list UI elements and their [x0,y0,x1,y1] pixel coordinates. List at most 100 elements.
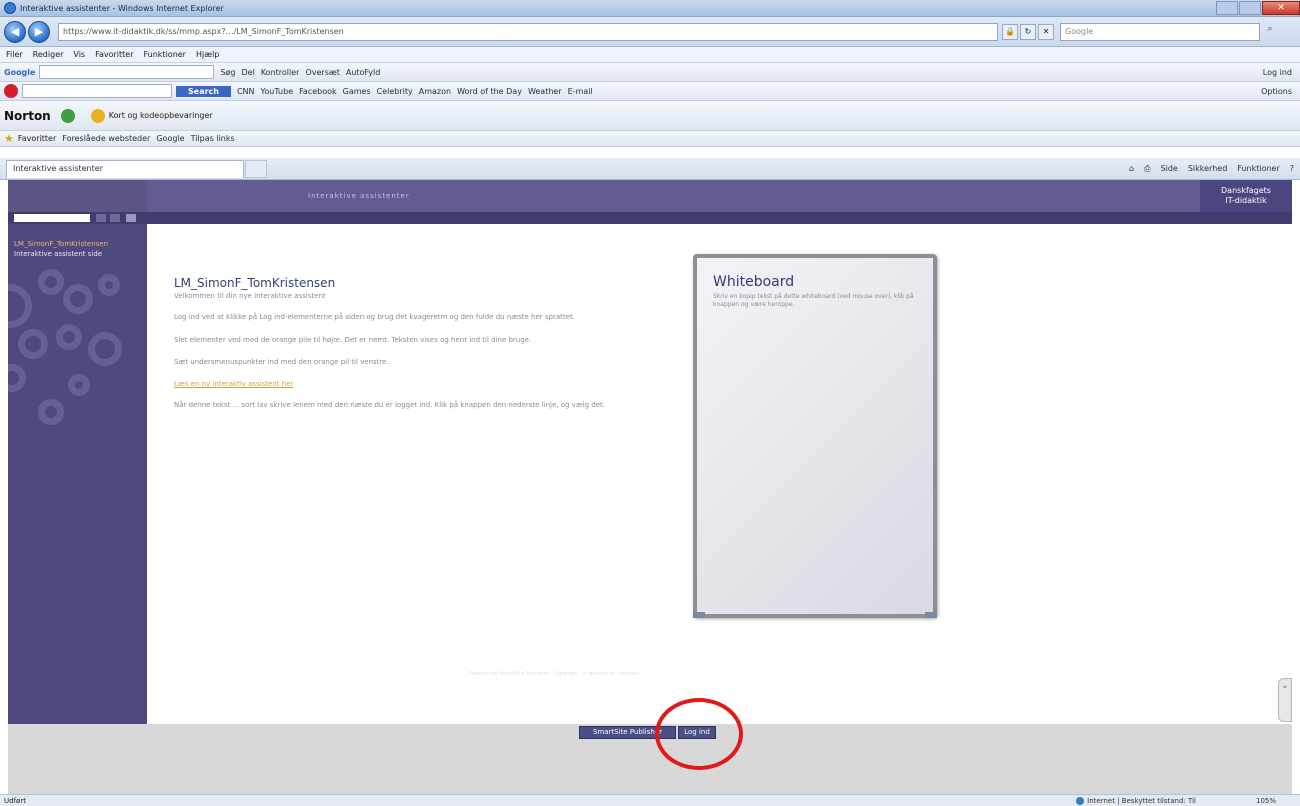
google-autofill-button[interactable]: AutoFyld [346,68,380,77]
close-window-button[interactable]: ✕ [1262,1,1300,15]
fav-suggested-sites[interactable]: Foreslåede websteder [62,134,150,143]
norton-logo[interactable]: Norton [4,109,51,123]
status-bar: Udført Internet | Beskyttet tilstand: Ti… [0,794,1300,806]
banner-logo-area [8,180,147,212]
ask-link-amazon[interactable]: Amazon [419,87,451,96]
favorites-bar: ★ Favoritter Foreslåede websteder Google… [0,131,1300,147]
ask-options-button[interactable]: Options [1261,87,1292,96]
ask-link-cnn[interactable]: CNN [237,87,255,96]
tab-bar: Interaktive assistenter ⌂ ⎙ Side Sikkerh… [0,158,1300,180]
fav-customize-links[interactable]: Tilpas links [191,134,235,143]
home-icon[interactable]: ⌂ [1129,164,1134,174]
site-search-input[interactable] [14,214,90,222]
command-bar: ⌂ ⎙ Side Sikkerhed Funktioner ? [1129,164,1294,174]
url-field[interactable]: https://www.it-didaktik.dk/ss/mmp.aspx?…… [58,22,998,41]
zoom-level[interactable]: 105% [1256,797,1276,805]
brand-box[interactable]: Danskfagets IT-didaktik [1200,180,1292,212]
main-content: LM_SimonF_TomKristensen Velkommen til di… [147,224,1292,724]
nav-item-assistant[interactable]: Interaktive assistent side [14,250,102,258]
whiteboard-corner [925,612,937,618]
google-login-link[interactable]: Log ind [1263,68,1292,77]
whiteboard-text: Skriv en kopip tekst på dette whiteboard… [713,293,914,308]
ask-link-youtube[interactable]: YouTube [261,87,294,96]
brand-line-2: IT-didaktik [1225,196,1267,205]
decor-ring [8,364,26,392]
ask-toolbar: Search CNN YouTube Facebook Games Celebr… [0,82,1300,101]
site-tool-button[interactable] [110,214,120,222]
whiteboard-panel[interactable]: Whiteboard Skriv en kopip tekst på dette… [693,254,937,618]
site-toolbar-strip [8,212,1292,224]
decor-ring [38,269,64,295]
smartsite-publisher-button[interactable]: SmartSite Publisher [579,726,676,739]
ask-link-games[interactable]: Games [343,87,371,96]
google-translate-button[interactable]: Oversæt [305,68,339,77]
search-icon[interactable]: ⌕ [1262,24,1278,40]
tab-interactive-assistants[interactable]: Interaktive assistenter [6,159,244,178]
security-zone-label: Internet | Beskyttet tilstand: Til [1087,796,1196,805]
ask-link-weather[interactable]: Weather [528,87,562,96]
google-logo: Google [4,67,36,77]
demo-link[interactable]: Læs en ny interaktiv assistent her [174,380,293,388]
brand-line-1: Danskfagets [1221,186,1271,195]
maximize-button[interactable] [1239,1,1261,15]
new-tab-button[interactable] [245,159,267,178]
decor-ring [68,374,90,396]
menu-bar: Filer Rediger Vis Favoritter Funktioner … [0,47,1300,63]
page-footer-text: Powered by SmartSite Publisher · Copyrig… [468,671,640,677]
ask-link-facebook[interactable]: Facebook [299,87,337,96]
back-button[interactable]: ◀ [4,20,26,43]
decor-ring [18,329,48,359]
window-controls: ✕ [1216,1,1300,15]
page-title: LM_SimonF_TomKristensen [174,276,336,290]
google-share-button[interactable]: Del [242,68,255,77]
menu-favorites[interactable]: Favoritter [95,50,133,59]
lock-icon[interactable]: 🔒 [1002,23,1018,40]
google-search-button[interactable]: Søg [220,68,235,77]
menu-tools[interactable]: Funktioner [144,50,186,59]
cmd-tools[interactable]: Funktioner [1237,164,1279,174]
print-icon[interactable]: ⎙ [1144,164,1150,174]
menu-view[interactable]: Vis [73,50,85,59]
help-icon[interactable]: ? [1290,164,1294,174]
ask-search-input[interactable] [22,84,172,98]
decor-ring [8,284,32,328]
address-bar: ◀ ▶ https://www.it-didaktik.dk/ss/mmp.as… [0,17,1300,47]
browser-search-input[interactable]: Google [1060,22,1260,41]
window-title: Interaktive assistenter - Windows Intern… [20,3,224,13]
decor-ring [63,284,93,314]
ask-link-word-of-the-day[interactable]: Word of the Day [457,87,522,96]
site-search-button[interactable] [96,214,106,222]
whiteboard-corner [693,612,705,618]
ask-link-email[interactable]: E-mail [568,87,593,96]
paragraph-1: Log ind ved at klikke på Log ind-element… [174,313,575,321]
ask-search-button[interactable]: Search [176,85,231,97]
paragraph-2: Slet elementer ved med de orange pile ti… [174,336,532,344]
login-button[interactable]: Log ind [678,726,716,739]
menu-edit[interactable]: Rediger [33,50,64,59]
publisher-footer: SmartSite Publisher Log ind [8,724,1292,794]
site-banner: Interaktive assistenter Danskfagets IT-d… [8,180,1292,212]
favorites-button[interactable]: Favoritter [18,134,56,143]
menu-help[interactable]: Hjælp [196,50,219,59]
ask-link-celebrity[interactable]: Celebrity [377,87,413,96]
page-subtitle: Velkommen til din nye interaktive assist… [174,292,326,300]
stop-icon[interactable]: ✕ [1038,23,1054,40]
security-zone[interactable]: Internet | Beskyttet tilstand: Til [1076,796,1196,805]
google-search-input[interactable] [39,65,215,79]
globe-icon [1076,796,1085,805]
site-edit-button[interactable] [126,214,136,222]
url-controls: 🔒 ↻ ✕ [1002,23,1054,40]
cmd-page[interactable]: Side [1161,164,1178,174]
forward-button[interactable]: ▶ [28,20,50,43]
menu-file[interactable]: Filer [6,50,23,59]
nav-item-active[interactable]: LM_SimonF_TomKristensen [14,240,108,248]
side-panel-handle[interactable]: « [1278,678,1292,722]
fav-google[interactable]: Google [156,134,184,143]
google-check-button[interactable]: Kontroller [261,68,300,77]
minimize-button[interactable] [1216,1,1238,15]
refresh-icon[interactable]: ↻ [1020,23,1036,40]
cmd-safety[interactable]: Sikkerhed [1188,164,1227,174]
norton-safe-icon[interactable] [60,108,75,123]
norton-cards-button[interactable]: Kort og kodeopbevaringer [109,111,213,120]
breadcrumb[interactable]: Interaktive assistenter [308,192,410,200]
